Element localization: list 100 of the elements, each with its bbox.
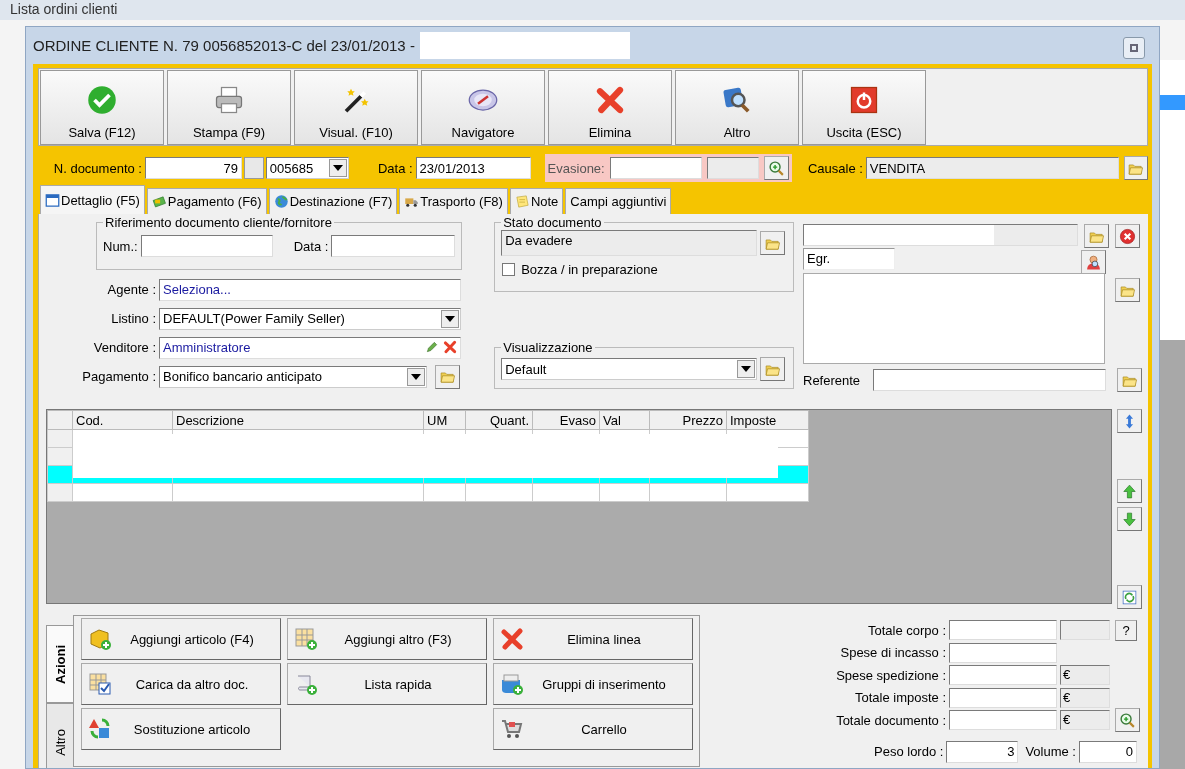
field-label: Referente (803, 372, 862, 388)
column-header[interactable]: UM (423, 410, 466, 430)
dropdown[interactable]: Bonifico bancario anticipato (159, 365, 427, 388)
note-icon (514, 194, 530, 209)
row-header (47, 410, 73, 430)
remove-button[interactable] (1115, 224, 1140, 248)
folder-button[interactable] (1115, 278, 1140, 302)
evasione-field[interactable] (706, 157, 759, 179)
toolbar-button[interactable]: Visual. (F10) (294, 70, 418, 145)
field-label: Causale : (806, 160, 864, 176)
folder-button[interactable] (760, 231, 786, 255)
column-header[interactable]: Quant. (465, 410, 533, 430)
weight-field[interactable]: 3 (946, 740, 1019, 763)
field-label: Evasione: (547, 160, 605, 176)
causale-field[interactable]: VENDITA (865, 157, 1119, 179)
folder-button[interactable] (760, 357, 786, 381)
group-title: Stato documento (501, 215, 604, 230)
box-plus-icon (88, 627, 112, 651)
amount-field[interactable] (949, 665, 1057, 686)
action-button[interactable]: Aggiungi articolo (F4) (81, 618, 281, 660)
date-field[interactable]: 23/01/2013 (415, 157, 531, 179)
tab[interactable]: Note (509, 188, 564, 214)
search-button[interactable] (763, 156, 789, 180)
volume-field[interactable]: 0 (1078, 740, 1137, 763)
toolbar-button[interactable]: Salva (F12) (40, 70, 164, 145)
table-cell (465, 483, 533, 502)
series-dropdown[interactable]: 005685 (265, 157, 350, 179)
tab[interactable]: Pagamento (F6) (146, 188, 267, 214)
amount-field[interactable] (949, 710, 1057, 731)
magnifier-icon (722, 85, 752, 115)
refresh-icon (1121, 588, 1138, 606)
column-header[interactable]: Cod. (72, 410, 173, 430)
action-button[interactable]: Elimina linea (493, 618, 693, 660)
column-header[interactable]: Prezzo (649, 410, 727, 430)
blank-button[interactable] (243, 157, 264, 179)
status-field: Da evadere (501, 230, 758, 256)
cross-icon (443, 339, 457, 354)
field-label: N. documento : (52, 160, 143, 176)
toolbar-button[interactable]: Uscita (ESC) (802, 70, 926, 145)
action-button[interactable]: Lista rapida (287, 663, 487, 705)
tab[interactable]: Dettaglio (F5) (40, 185, 145, 214)
cart-icon (500, 717, 524, 741)
help-button[interactable]: ? (1115, 619, 1137, 641)
tab[interactable]: Trasporto (F8) (399, 188, 508, 214)
refresh-button[interactable] (1117, 585, 1142, 609)
folder-button[interactable] (1084, 224, 1109, 248)
tab[interactable]: Destinazione (F7) (268, 188, 398, 214)
group-title: Visualizzazione (501, 340, 595, 355)
evasione-date-field[interactable] (609, 157, 702, 179)
folder-button[interactable] (1117, 368, 1142, 392)
action-button[interactable]: Sostituzione articolo (81, 708, 281, 750)
number-field[interactable] (140, 235, 273, 257)
check-icon (87, 85, 117, 115)
tab[interactable]: Campi aggiuntivi (565, 188, 672, 214)
seller-field[interactable]: Amministratore (159, 336, 461, 359)
close-icon (1119, 227, 1136, 245)
action-button[interactable]: Gruppi di inserimento (493, 663, 693, 705)
agent-field[interactable]: Seleziona... (159, 278, 461, 301)
side-tab[interactable]: Altro (46, 703, 73, 768)
dropdown[interactable]: DEFAULT(Power Family Seller) (159, 307, 461, 330)
toolbar-button[interactable]: Stampa (F9) (167, 70, 291, 145)
zoom-icon (1119, 711, 1136, 729)
checkbox[interactable] (502, 263, 516, 276)
folder-button[interactable] (435, 364, 460, 389)
folder-button[interactable] (1123, 156, 1148, 180)
amount-field[interactable] (949, 687, 1057, 708)
move-down-button[interactable] (1117, 507, 1142, 531)
dropdown[interactable]: Default (501, 358, 758, 380)
referente-field[interactable] (873, 369, 1106, 391)
toolbar-button[interactable]: Altro (675, 70, 799, 145)
amount-field[interactable] (949, 620, 1057, 641)
action-button[interactable]: Carica da altro doc. (81, 663, 281, 705)
column-header[interactable]: Val (599, 410, 650, 430)
money-icon (151, 194, 167, 209)
field-label: Data : (376, 160, 414, 176)
toolbar-button[interactable]: Elimina (548, 70, 672, 145)
column-header[interactable]: Evaso (532, 410, 600, 430)
document-number-field[interactable]: 79 (144, 157, 242, 179)
toolbar-button[interactable]: Navigatore (421, 70, 545, 145)
amount-field[interactable] (949, 642, 1057, 663)
seller-name: Amministratore (163, 339, 251, 356)
field-label: Spese di incasso : (839, 645, 946, 661)
field-label: Agente : (106, 282, 156, 297)
pencil-icon (425, 339, 439, 354)
column-header[interactable]: Descrizione (172, 410, 424, 430)
grid-plus-icon (294, 627, 318, 651)
field-label: Data : (293, 238, 329, 254)
date-field[interactable] (331, 235, 456, 257)
side-tab[interactable]: Azioni (46, 625, 73, 703)
cross-icon (595, 85, 625, 115)
move-up-button[interactable] (1117, 479, 1142, 503)
column-header[interactable]: Imposte (726, 410, 809, 430)
field-label: Volume : (1025, 744, 1076, 760)
close-button[interactable] (1123, 37, 1145, 59)
move-button[interactable] (1117, 409, 1142, 433)
contact-button[interactable] (1081, 250, 1106, 274)
action-button[interactable]: Carrello (493, 708, 693, 750)
grid-check-icon (88, 672, 112, 696)
zoom-button[interactable] (1115, 708, 1140, 733)
action-button[interactable]: Aggiungi altro (F3) (287, 618, 487, 660)
